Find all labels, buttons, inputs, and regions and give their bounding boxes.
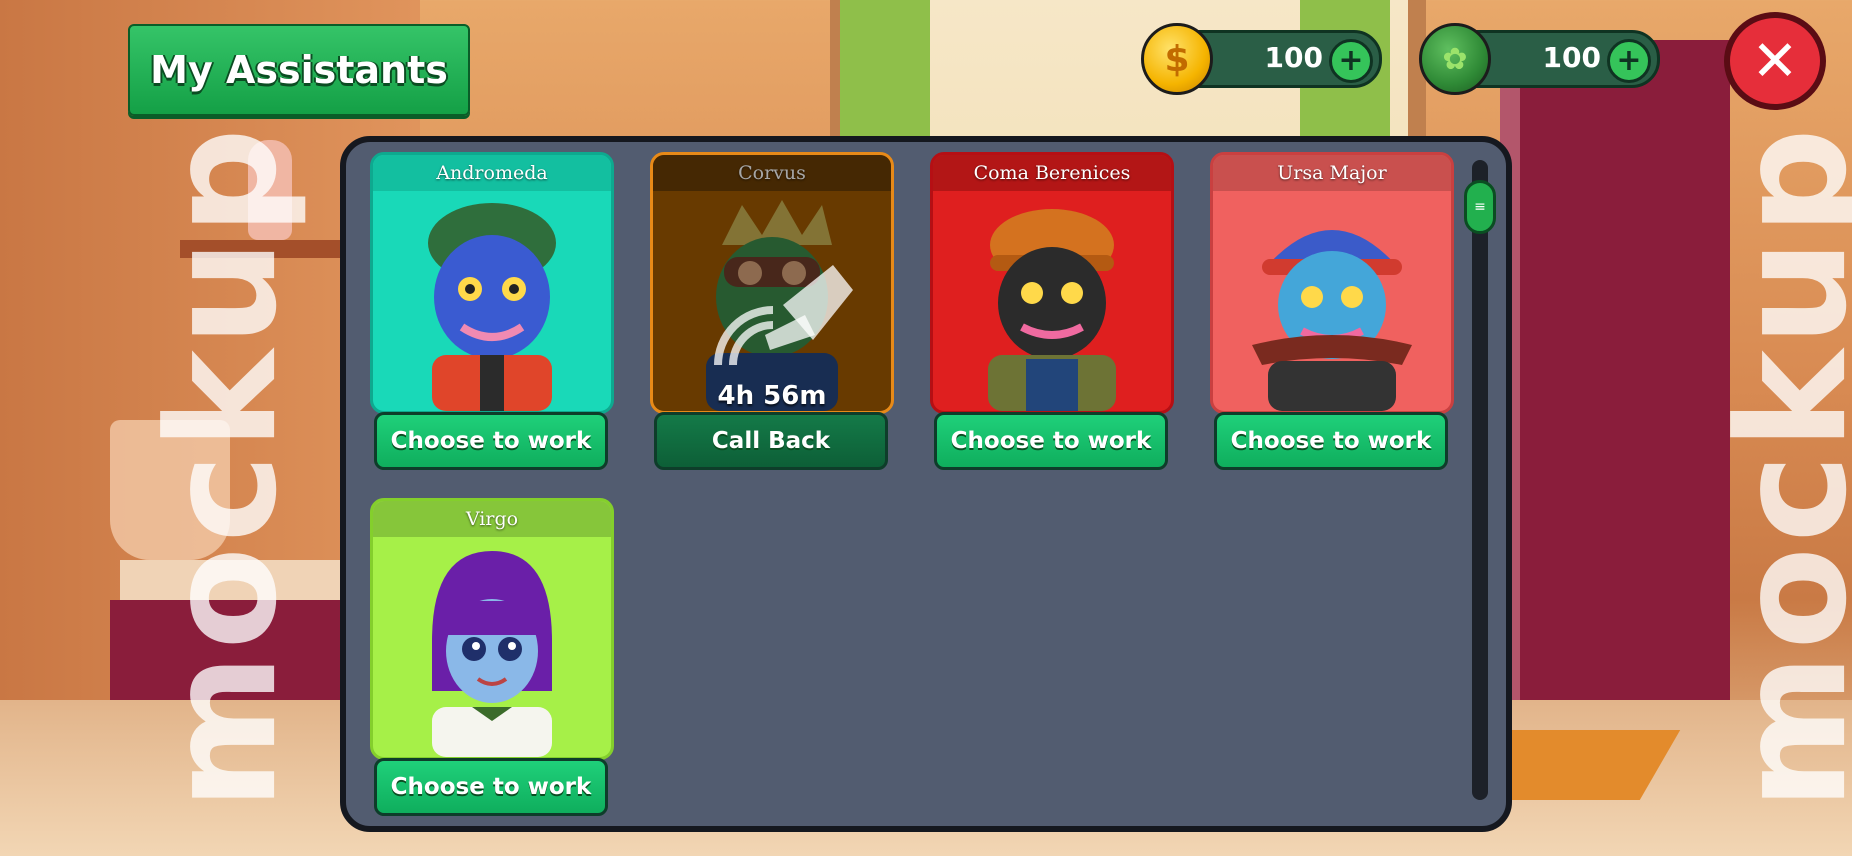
choose-to-work-button[interactable]: Choose to work <box>374 412 608 470</box>
assistant-portrait <box>1213 187 1451 411</box>
choose-to-work-button[interactable]: Choose to work <box>1214 412 1448 470</box>
add-coins-button[interactable]: + <box>1329 39 1373 83</box>
door <box>1520 40 1730 700</box>
assistant-card-andromeda[interactable]: Andromeda <box>370 152 614 414</box>
work-timer: 4h 56m <box>717 381 827 411</box>
assistant-portrait <box>933 187 1171 411</box>
choose-to-work-button[interactable]: Choose to work <box>374 758 608 816</box>
weed-counter: ✿ 100 + <box>1419 23 1660 95</box>
add-weed-button[interactable]: + <box>1607 39 1651 83</box>
watermark-right: mockup <box>1706 123 1852 811</box>
assistant-portrait <box>373 533 611 757</box>
choose-to-work-button[interactable]: Choose to work <box>934 412 1168 470</box>
close-button[interactable]: ✕ <box>1724 12 1826 110</box>
working-signal-icon <box>714 265 853 366</box>
assistant-portrait <box>373 187 611 411</box>
dollar-coin-icon: $ <box>1141 23 1213 95</box>
watermark-left: mockup <box>136 123 311 811</box>
assistant-card-virgo[interactable]: Virgo <box>370 498 614 760</box>
page-title-label: My Assistants <box>150 48 448 92</box>
scrollbar-thumb[interactable]: ≡ <box>1464 180 1496 234</box>
leaf-coin-icon: ✿ <box>1419 23 1491 95</box>
page-title: My Assistants <box>128 24 470 116</box>
assistant-card-ursa-major[interactable]: Ursa Major <box>1210 152 1454 414</box>
weed-amount: 100 <box>1542 41 1601 74</box>
coins-counter: $ 100 + <box>1141 23 1382 95</box>
assistant-card-coma-berenices[interactable]: Coma Berenices <box>930 152 1174 414</box>
coins-amount: 100 <box>1264 41 1323 74</box>
scrollbar-track[interactable] <box>1472 160 1488 800</box>
call-back-button[interactable]: Call Back <box>654 412 888 470</box>
assistant-card-corvus[interactable]: Corvus 4h 56m <box>650 152 894 414</box>
